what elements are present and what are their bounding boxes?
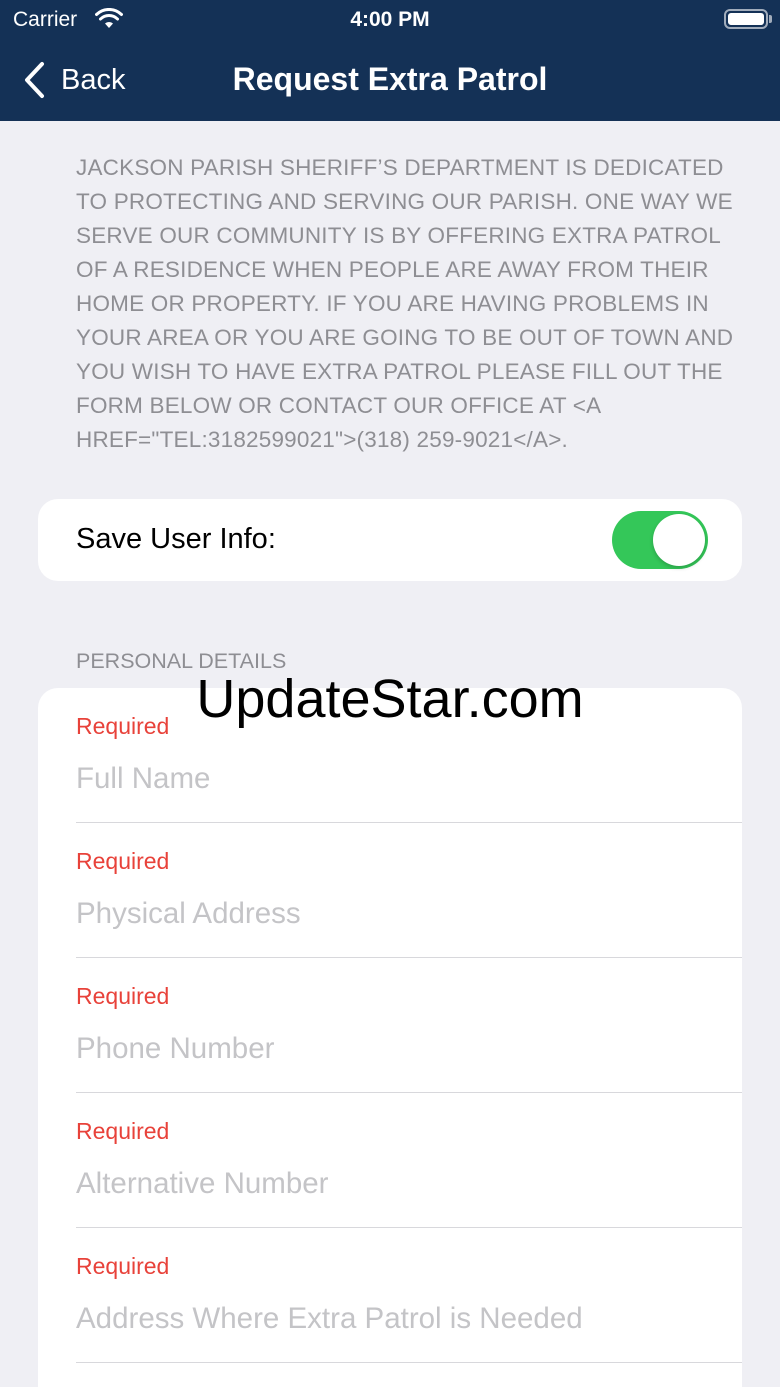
save-user-info-label: Save User Info: [76,523,276,555]
save-user-info-toggle[interactable] [612,511,708,569]
divider [76,1362,742,1363]
full-name-input[interactable] [76,754,696,804]
battery-icon [724,9,768,29]
intro-text: JACKSON PARISH SHERIFF’S DEPARTMENT IS D… [76,155,734,452]
page-title: Request Extra Patrol [232,61,548,97]
required-label: Required [76,1118,170,1144]
save-user-info-row: Save User Info: [38,499,742,581]
required-label: Required [76,713,170,739]
required-label: Required [76,848,170,874]
patrol-address-field: Required [76,1228,742,1363]
alternative-number-field: Required [76,1093,742,1228]
physical-address-field: Required [76,823,742,958]
phone-number-input[interactable] [76,1024,696,1074]
personal-details-header: PERSONAL DETAILS [76,649,287,673]
top-bar: Carrier 4:00 PM Back Request Extra Patro… [0,0,780,121]
patrol-address-input[interactable] [76,1294,696,1344]
status-time: 4:00 PM [350,8,430,31]
full-name-field: Required [76,688,742,823]
toggle-knob [653,514,705,566]
required-label: Required [76,1253,170,1279]
personal-details-form: Required Required Required Required Requ… [38,688,742,1387]
physical-address-input[interactable] [76,889,696,939]
battery-tip [769,15,772,23]
required-label: Required [76,983,170,1009]
alternative-number-input[interactable] [76,1159,696,1209]
phone-number-field: Required [76,958,742,1093]
